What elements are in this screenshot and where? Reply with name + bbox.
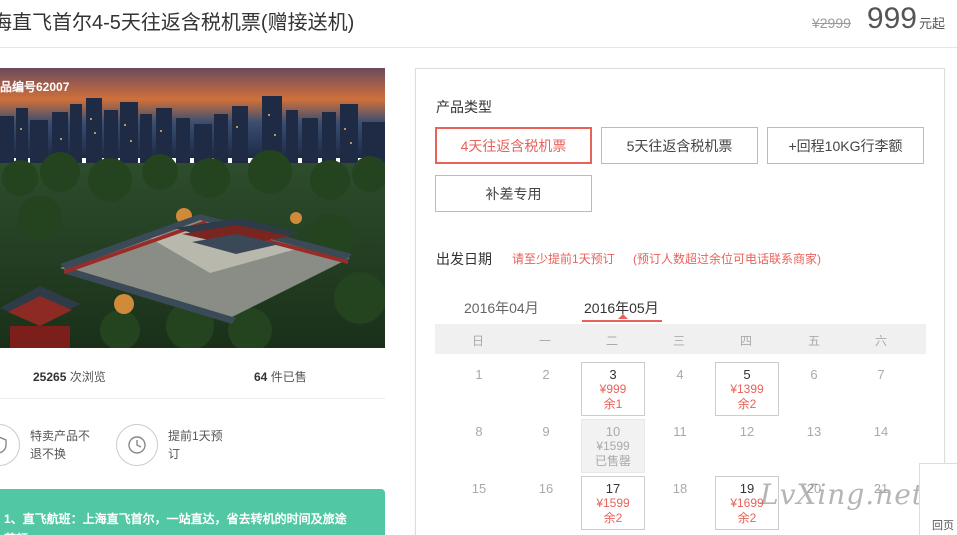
product-type-label: 产品类型	[436, 99, 492, 115]
calendar-day: 9	[542, 424, 550, 439]
day-number: 3	[609, 367, 617, 382]
calendar-day-sold-out: 10 ¥1599 已售罄	[581, 419, 645, 473]
calendar-day-available[interactable]: 5 ¥1399 余2	[715, 362, 779, 416]
calendar-day: 16	[538, 481, 554, 496]
day-remaining: 余1	[603, 397, 623, 411]
day-price: ¥1599	[596, 439, 630, 453]
weekday: 六	[874, 334, 888, 348]
views-stat: 25265 次浏览	[33, 368, 106, 385]
day-number: 10	[605, 424, 621, 439]
calendar-day: 4	[676, 367, 684, 382]
weekday: 五	[807, 334, 821, 348]
promo-line: 劳顿	[4, 529, 385, 535]
day-price: ¥1399	[730, 382, 764, 396]
calendar-day: 11	[673, 424, 687, 439]
views-label: 次浏览	[69, 370, 106, 384]
promo-line: 1、直飞航班：上海直飞首尔，一站直达，省去转机的时间及旅途	[4, 512, 347, 526]
calendar-day: 12	[739, 424, 755, 439]
weekday-header: 日 一 二 三 四 五 六	[435, 324, 926, 354]
sold-stat: 64 件已售	[254, 368, 307, 385]
calendar-day-available[interactable]: 17 ¥1599 余2	[581, 476, 645, 530]
shield-icon	[0, 424, 20, 466]
departure-date-label: 出发日期	[436, 251, 492, 267]
palace-photo-image	[0, 68, 385, 348]
day-remaining: 余2	[737, 397, 757, 411]
day-sold-out-label: 已售罄	[594, 454, 631, 468]
calendar-day: 14	[873, 424, 889, 439]
caret-up-icon	[618, 314, 628, 319]
sold-label: 件已售	[270, 370, 307, 384]
back-to-top-button[interactable]: 回页	[919, 463, 957, 535]
stats-divider	[0, 398, 385, 399]
weekday: 一	[538, 334, 552, 348]
price-unit: 元起	[918, 16, 945, 31]
feature-advance-booking: 提前1天预订	[116, 424, 232, 466]
calendar-day: 8	[475, 424, 483, 439]
calendar-day: 2	[542, 367, 550, 382]
tab-month-prev[interactable]: 2016年04月	[464, 298, 539, 318]
product-id-label: 品编号62007	[0, 80, 70, 94]
back-to-top-label: 回页	[932, 520, 954, 532]
price-block: ¥2999 999 元起	[812, 2, 945, 36]
calendar-day: 7	[877, 367, 885, 382]
original-price: ¥2999	[811, 15, 851, 31]
feature-text: 特卖产品不退不换	[30, 429, 91, 461]
weekday: 三	[672, 334, 686, 348]
day-number: 17	[605, 481, 621, 496]
weekday: 二	[605, 334, 619, 348]
day-number: 5	[743, 367, 751, 382]
weekday: 日	[471, 334, 485, 348]
header-divider	[0, 47, 957, 48]
calendar-day: 1	[475, 367, 483, 382]
calendar-day: 15	[471, 481, 487, 496]
promo-banner: 1、直飞航班：上海直飞首尔，一站直达，省去转机的时间及旅途 劳顿	[0, 489, 385, 535]
contact-note: (预订人数超过余位可电话联系商家)	[633, 252, 821, 266]
weekday: 四	[739, 334, 753, 348]
feature-no-refund: 特卖产品不退不换	[0, 424, 94, 466]
option-price-difference[interactable]: 补差专用	[435, 175, 592, 212]
site-watermark: LvXing.net	[760, 478, 925, 511]
views-count: 25265	[33, 370, 67, 384]
option-5day-ticket[interactable]: 5天往返含税机票	[601, 127, 758, 164]
day-remaining: 余2	[737, 511, 757, 525]
option-4day-ticket[interactable]: 4天往返含税机票	[435, 127, 592, 164]
page-title: 海直飞首尔4-5天往返含税机票(赠接送机)	[0, 12, 355, 34]
clock-icon	[116, 424, 158, 466]
current-price: 999	[866, 2, 917, 35]
advance-note: 请至少提前1天预订	[512, 252, 615, 266]
active-month-indicator	[582, 320, 662, 322]
calendar-day: 18	[672, 481, 688, 496]
feature-text: 提前1天预订	[168, 429, 223, 461]
calendar-day: 13	[806, 424, 822, 439]
calendar-day-available[interactable]: 3 ¥999 余1	[581, 362, 645, 416]
day-remaining: 余2	[603, 511, 623, 525]
option-extra-baggage[interactable]: +回程10KG行李额	[767, 127, 924, 164]
sold-count: 64	[254, 370, 268, 384]
product-photo[interactable]	[0, 68, 385, 348]
calendar-day: 6	[810, 367, 818, 382]
day-price: ¥999	[599, 382, 627, 396]
day-price: ¥1599	[596, 496, 630, 510]
booking-panel: 产品类型 4天往返含税机票 5天往返含税机票 +回程10KG行李额 补差专用 出…	[415, 68, 945, 535]
